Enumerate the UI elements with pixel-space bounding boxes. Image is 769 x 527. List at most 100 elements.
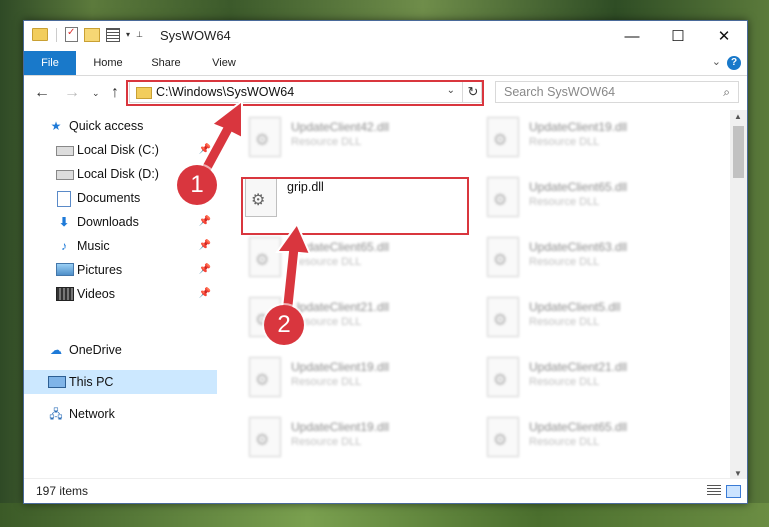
onedrive-icon: ☁: [50, 343, 62, 357]
file-item[interactable]: UpdateClient21.dll Resource DLL: [455, 350, 685, 406]
documents-icon: [57, 191, 71, 207]
sidebar-item-label: Network: [69, 407, 115, 421]
chevron-down-icon[interactable]: ▾: [126, 30, 130, 39]
large-icons-view-icon[interactable]: [726, 485, 741, 498]
pin-icon: 📌: [198, 240, 211, 251]
sidebar-item-quick-access[interactable]: ★ Quick access: [24, 114, 217, 138]
tab-home[interactable]: Home: [82, 51, 134, 75]
status-bar: 197 items: [24, 478, 747, 503]
pictures-icon: [56, 263, 74, 276]
dll-file-icon: [249, 117, 281, 157]
new-folder-icon[interactable]: [84, 27, 100, 42]
downloads-icon: ⬇: [58, 215, 70, 229]
search-placeholder: Search SysWOW64: [504, 85, 616, 99]
recent-locations-button[interactable]: ⌄: [92, 88, 100, 99]
sidebar-item-label: Documents: [77, 191, 141, 205]
forward-button[interactable]: →: [64, 84, 80, 102]
dll-file-icon: [249, 357, 281, 397]
file-item[interactable]: UpdateClient21.dll Resource DLL: [217, 290, 447, 346]
file-name: UpdateClient42.dll: [291, 120, 390, 134]
file-item[interactable]: UpdateClient63.dll Resource DLL: [455, 230, 685, 286]
sidebar-item-label: Local Disk (C:): [77, 143, 159, 157]
dll-file-icon: [487, 357, 519, 397]
file-name: UpdateClient19.dll: [291, 420, 390, 434]
minimize-button[interactable]: —: [609, 21, 655, 51]
computer-icon: [48, 376, 66, 388]
pin-icon: 📌: [198, 264, 211, 275]
dll-file-icon: [487, 237, 519, 277]
desktop-background: [0, 503, 769, 527]
back-button[interactable]: ←: [34, 84, 50, 102]
file-name: UpdateClient65.dll: [529, 420, 628, 434]
item-count: 197 items: [36, 484, 89, 498]
pin-quick-toolbar-icon[interactable]: ⊥: [136, 30, 143, 39]
help-icon[interactable]: ?: [727, 56, 741, 70]
file-highlight-box: [241, 177, 469, 235]
pin-icon: 📌: [198, 216, 211, 227]
file-type: Resource DLL: [291, 436, 362, 448]
details-view-icon[interactable]: [707, 485, 721, 497]
file-type: Resource DLL: [529, 436, 600, 448]
file-type: Resource DLL: [529, 136, 600, 148]
search-input[interactable]: Search SysWOW64 ⌕: [495, 81, 739, 103]
sidebar-item-label: Videos: [77, 287, 115, 301]
file-type: Resource DLL: [529, 316, 600, 328]
dll-file-icon: [249, 417, 281, 457]
scrollbar-thumb[interactable]: [733, 126, 744, 178]
dll-file-icon: [487, 297, 519, 337]
music-icon: ♪: [61, 239, 67, 253]
step-2-badge: 2: [264, 305, 304, 345]
customize-toolbar-icon[interactable]: [106, 27, 120, 42]
pin-icon: 📌: [198, 288, 211, 299]
sidebar-item-onedrive[interactable]: ☁ OneDrive: [24, 338, 217, 362]
file-type: Resource DLL: [291, 256, 362, 268]
sidebar-item-downloads[interactable]: ⬇ Downloads 📌: [24, 210, 217, 234]
file-name: UpdateClient65.dll: [529, 180, 628, 194]
separator: [56, 27, 57, 42]
file-name: UpdateClient63.dll: [529, 240, 628, 254]
pin-icon: 📌: [198, 144, 211, 155]
sidebar-item-local-disk-c[interactable]: Local Disk (C:) 📌: [24, 138, 217, 162]
scroll-down-icon[interactable]: ▼: [734, 469, 742, 478]
sidebar-item-label: This PC: [69, 375, 114, 389]
file-name: UpdateClient21.dll: [291, 300, 390, 314]
step-1-badge: 1: [177, 165, 217, 205]
file-list: UpdateClient42.dll Resource DLL grip.dll…: [217, 110, 730, 480]
file-name: UpdateClient5.dll: [529, 300, 621, 314]
file-type: Resource DLL: [529, 196, 600, 208]
properties-icon[interactable]: [65, 27, 78, 42]
sidebar-item-videos[interactable]: Videos 📌: [24, 282, 217, 306]
file-item[interactable]: UpdateClient65.dll Resource DLL: [455, 170, 685, 226]
file-item[interactable]: UpdateClient5.dll Resource DLL: [455, 290, 685, 346]
sidebar-item-label: Local Disk (D:): [77, 167, 159, 181]
dll-file-icon: [249, 237, 281, 277]
sidebar-item-this-pc[interactable]: This PC: [24, 370, 217, 394]
dll-file-icon: [487, 177, 519, 217]
sidebar-item-label: Music: [77, 239, 110, 253]
sidebar-item-music[interactable]: ♪ Music 📌: [24, 234, 217, 258]
close-button[interactable]: ✕: [701, 21, 747, 51]
tab-view[interactable]: View: [198, 51, 250, 75]
file-item[interactable]: UpdateClient19.dll Resource DLL: [217, 410, 447, 466]
file-item[interactable]: UpdateClient42.dll Resource DLL: [217, 110, 447, 166]
tab-share[interactable]: Share: [140, 51, 192, 75]
up-button[interactable]: ↑: [111, 84, 119, 102]
file-item[interactable]: UpdateClient65.dll Resource DLL: [455, 410, 685, 466]
sidebar-item-network[interactable]: 🖧 Network: [24, 402, 217, 426]
expand-ribbon-icon[interactable]: ⌄: [712, 55, 721, 68]
quick-access-toolbar: ▾ ⊥: [32, 27, 143, 42]
scroll-up-icon[interactable]: ▲: [734, 112, 742, 121]
file-item[interactable]: UpdateClient65.dll Resource DLL: [217, 230, 447, 286]
dll-file-icon: [487, 117, 519, 157]
file-name: UpdateClient21.dll: [529, 360, 628, 374]
sidebar-item-pictures[interactable]: Pictures 📌: [24, 258, 217, 282]
file-item[interactable]: UpdateClient19.dll Resource DLL: [455, 110, 685, 166]
search-icon: ⌕: [723, 85, 730, 99]
sidebar-item-label: OneDrive: [69, 343, 122, 357]
tab-file[interactable]: File: [24, 51, 76, 75]
star-icon: ★: [50, 119, 62, 133]
title-bar: ▾ ⊥ SysWOW64 — ☐ ✕: [24, 21, 747, 51]
maximize-button[interactable]: ☐: [655, 21, 701, 51]
file-item[interactable]: UpdateClient19.dll Resource DLL: [217, 350, 447, 406]
vertical-scrollbar[interactable]: ▲ ▼: [730, 110, 747, 480]
